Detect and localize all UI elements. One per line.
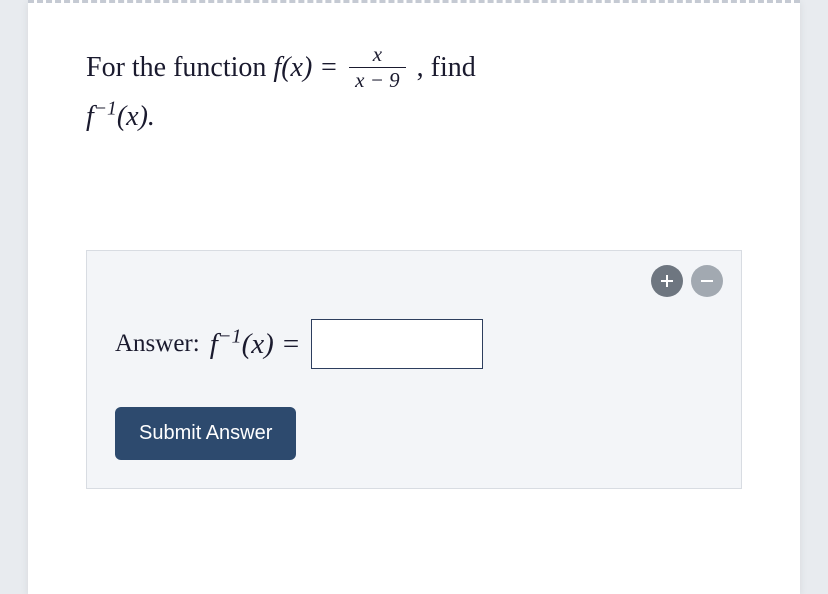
answer-panel: Answer: f−1(x) = Submit Answer — [86, 250, 742, 489]
inverse-fn-exp: −1 — [94, 99, 117, 120]
answer-input[interactable] — [311, 319, 483, 369]
question-suffix: , find — [417, 52, 476, 83]
fraction-denominator: x − 9 — [349, 68, 406, 92]
minus-icon — [699, 273, 715, 289]
zoom-out-button[interactable] — [691, 265, 723, 297]
fraction-numerator: x — [349, 43, 406, 68]
question-text: For the function f(x) = x x − 9 , find f… — [86, 45, 742, 140]
answer-math: f−1(x) = — [210, 328, 301, 361]
answer-line: Answer: f−1(x) = — [115, 319, 713, 369]
plus-icon — [659, 273, 675, 289]
function-def-left: f(x) = — [273, 52, 345, 83]
answer-exp: −1 — [218, 325, 242, 347]
zoom-in-button[interactable] — [651, 265, 683, 297]
fraction: x x − 9 — [349, 43, 406, 92]
question-prefix: For the function — [86, 52, 273, 83]
inverse-fn-arg: (x). — [117, 101, 155, 132]
zoom-controls — [651, 265, 723, 297]
answer-arg: (x) = — [242, 328, 301, 360]
answer-fn: f — [210, 328, 218, 360]
question-card: For the function f(x) = x x − 9 , find f… — [28, 0, 800, 594]
answer-label: Answer: — [115, 330, 200, 358]
inverse-fn-f: f — [86, 101, 94, 132]
submit-button[interactable]: Submit Answer — [115, 407, 296, 460]
